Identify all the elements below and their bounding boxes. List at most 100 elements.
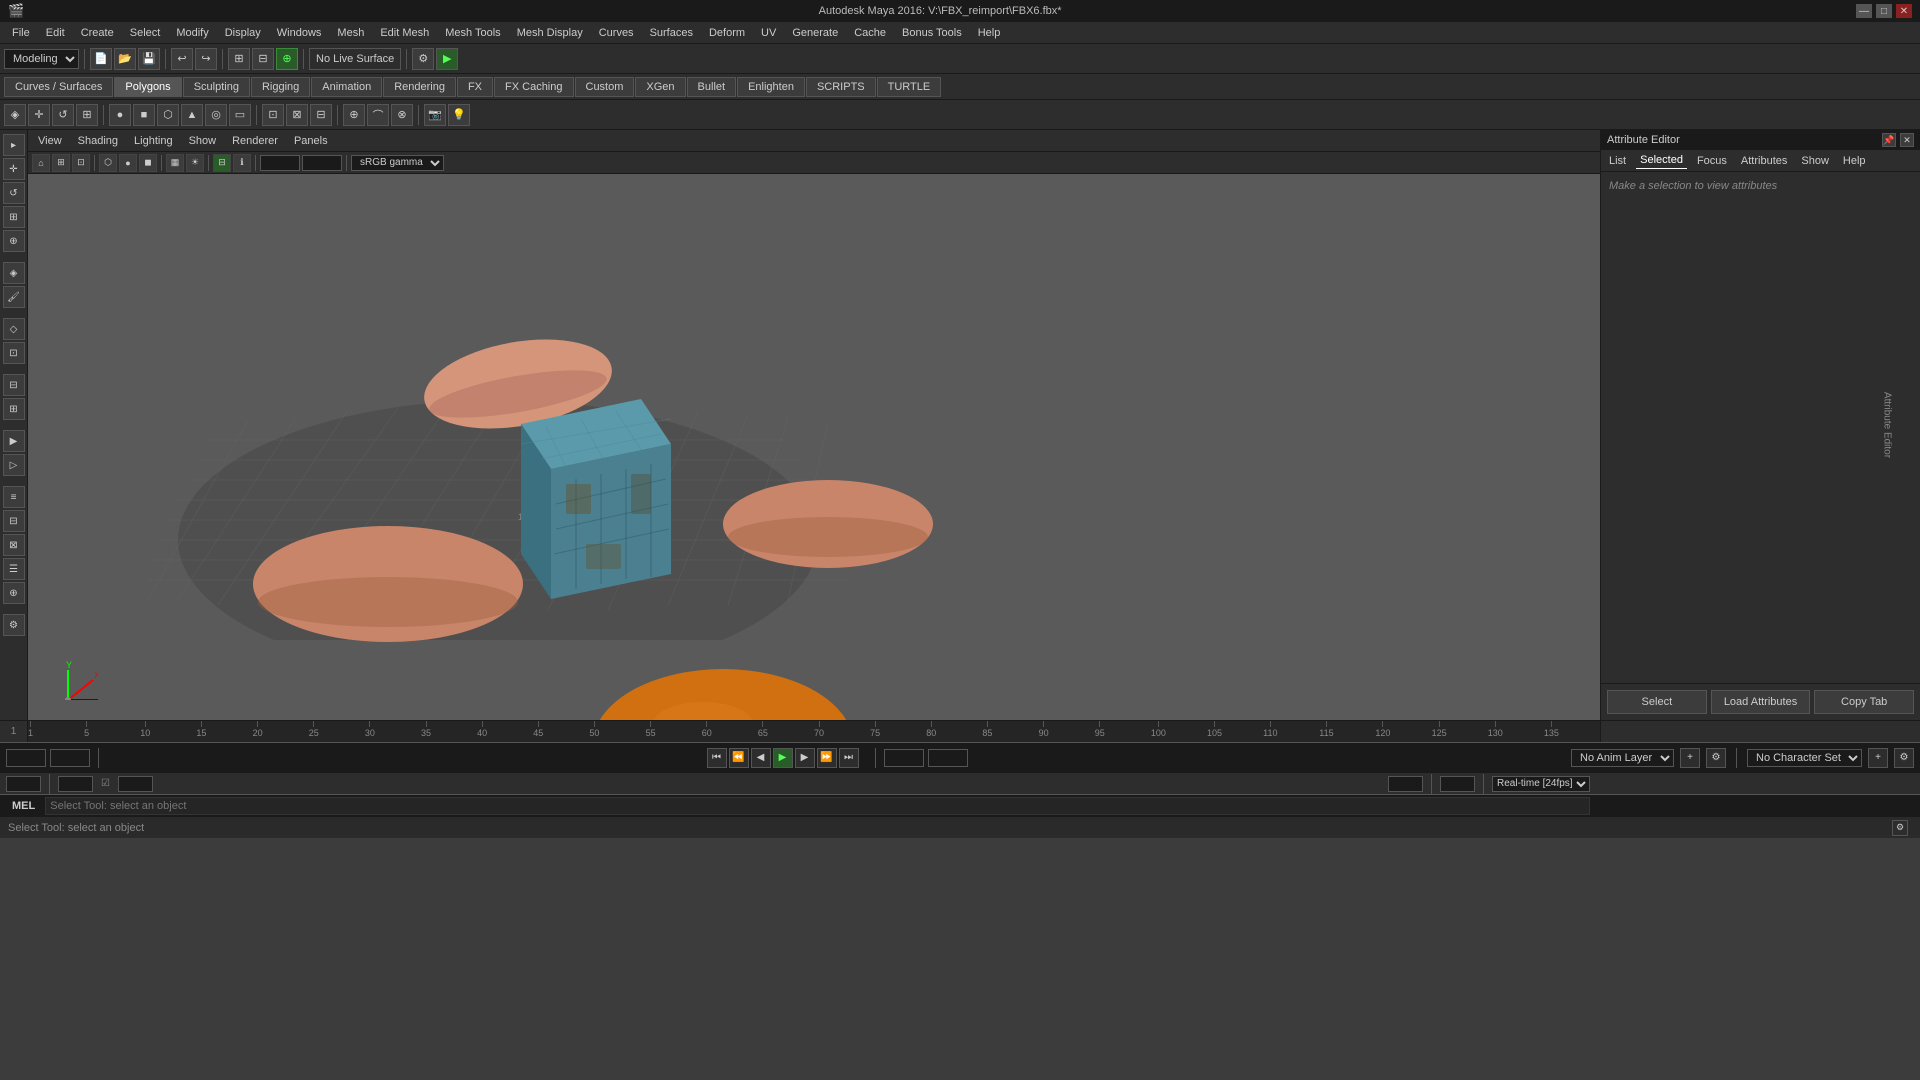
char-set-selector[interactable]: No Character Set (1747, 749, 1862, 767)
shading-menu[interactable]: Shading (74, 135, 122, 147)
attr-editor-btn[interactable]: ⊠ (3, 534, 25, 556)
frame-input-2[interactable]: 1 (58, 776, 93, 792)
tab-custom[interactable]: Custom (575, 77, 635, 97)
go-start-btn[interactable]: ⏮ (707, 748, 727, 768)
tab-sculpting[interactable]: Sculpting (183, 77, 250, 97)
menubar-item-help[interactable]: Help (970, 25, 1009, 41)
menubar-item-edit-mesh[interactable]: Edit Mesh (372, 25, 437, 41)
playback-speed-selector[interactable]: Real-time [24fps] (1492, 776, 1590, 792)
grid-vis-btn[interactable]: ⊟ (213, 154, 231, 172)
range-start-input[interactable]: 1 (50, 749, 90, 767)
view-menu[interactable]: View (34, 135, 66, 147)
attr-tab-list[interactable]: List (1605, 153, 1630, 169)
next-frame-btn[interactable]: ▶ (795, 748, 815, 768)
menubar-item-bonus-tools[interactable]: Bonus Tools (894, 25, 970, 41)
attr-val-btn[interactable]: ⊡ (3, 342, 25, 364)
anim-layer-selector[interactable]: No Anim Layer (1571, 749, 1674, 767)
attr-load-btn[interactable]: Load Attributes (1711, 690, 1811, 714)
help-settings-btn[interactable]: ⚙ (1892, 820, 1908, 836)
menubar-item-mesh-tools[interactable]: Mesh Tools (437, 25, 508, 41)
attr-tab-help[interactable]: Help (1839, 153, 1870, 169)
extrude-btn[interactable]: ⊡ (262, 104, 284, 126)
attr-panel-close-btn[interactable]: ✕ (1900, 133, 1914, 147)
select-mode-btn[interactable]: ▸ (3, 134, 25, 156)
select-by-hierarchy-btn[interactable]: ⊞ (228, 48, 250, 70)
redo-btn[interactable]: ↪ (195, 48, 217, 70)
menubar-item-create[interactable]: Create (73, 25, 122, 41)
wireframe-btn[interactable]: ⬡ (99, 154, 117, 172)
plane-btn[interactable]: ▭ (229, 104, 251, 126)
attr-tab-attributes[interactable]: Attributes (1737, 153, 1791, 169)
menubar-item-select[interactable]: Select (122, 25, 169, 41)
cylinder-btn[interactable]: ⬡ (157, 104, 179, 126)
menubar-item-uv[interactable]: UV (753, 25, 784, 41)
attr-select-btn[interactable]: Select (1607, 690, 1707, 714)
attr-tab-selected[interactable]: Selected (1636, 152, 1687, 169)
snap-grid-icon[interactable]: ⊕ (343, 104, 365, 126)
show-menu[interactable]: Show (185, 135, 221, 147)
paint-sel-btn[interactable]: 🖌 (3, 286, 25, 308)
smooth-shade-btn[interactable]: ● (119, 154, 137, 172)
prev-frame-btn[interactable]: ◀ (751, 748, 771, 768)
tab-turtle[interactable]: TURTLE (877, 77, 942, 97)
snap-point-icon[interactable]: ⊗ (391, 104, 413, 126)
range-end-input[interactable]: 200 (928, 749, 968, 767)
ipr-btn[interactable]: ▷ (3, 454, 25, 476)
char-set-add-btn[interactable]: + (1868, 748, 1888, 768)
render-btn[interactable]: ▶ (3, 430, 25, 452)
tab-scripts[interactable]: SCRIPTS (806, 77, 876, 97)
start-frame-input[interactable]: 1 (6, 749, 46, 767)
menubar-item-curves[interactable]: Curves (591, 25, 642, 41)
heads-up-btn[interactable]: ℹ (233, 154, 251, 172)
gamma-input[interactable]: 1.00 (302, 155, 342, 171)
maximize-button[interactable]: □ (1876, 4, 1892, 18)
texture-btn[interactable]: ▦ (166, 154, 184, 172)
layer-editor-btn[interactable]: ⊟ (3, 510, 25, 532)
bridge-btn[interactable]: ⊟ (310, 104, 332, 126)
textured-cube[interactable] (486, 389, 681, 629)
tab-curves-surfaces[interactable]: Curves / Surfaces (4, 77, 113, 97)
universal-manip-btn[interactable]: ⊕ (3, 230, 25, 252)
char-set-options-btn[interactable]: ⚙ (1894, 748, 1914, 768)
frame-sel-btn[interactable]: ⊡ (72, 154, 90, 172)
menubar-item-display[interactable]: Display (217, 25, 269, 41)
snap-to-grid-btn[interactable]: ⊕ (276, 48, 298, 70)
attr-panel-pin-btn[interactable]: 📌 (1882, 133, 1896, 147)
undo-btn[interactable]: ↩ (171, 48, 193, 70)
ellipse-right[interactable] (718, 469, 938, 579)
flat-shade-btn[interactable]: ◼ (139, 154, 157, 172)
scene-canvas[interactable]: 10 20 30 (28, 174, 1600, 720)
exposure-input[interactable]: 0.00 (260, 155, 300, 171)
menubar-item-deform[interactable]: Deform (701, 25, 753, 41)
close-button[interactable]: ✕ (1896, 4, 1912, 18)
window-controls[interactable]: — □ ✕ (1856, 4, 1912, 18)
frame-all-btn[interactable]: ⊞ (52, 154, 70, 172)
mel-label[interactable]: MEL (6, 800, 41, 812)
step-back-btn[interactable]: ⏪ (729, 748, 749, 768)
scale-tool-btn[interactable]: ⊞ (76, 104, 98, 126)
timeline-ruler[interactable]: 1510152025303540455055606570758085909510… (28, 721, 1600, 742)
camera-btn[interactable]: 📷 (424, 104, 446, 126)
soft-select-btn[interactable]: ◈ (3, 262, 25, 284)
bevel-btn[interactable]: ⊠ (286, 104, 308, 126)
panels-menu[interactable]: Panels (290, 135, 332, 147)
tab-rigging[interactable]: Rigging (251, 77, 310, 97)
lasso-btn[interactable]: ⊟ (252, 48, 274, 70)
light-btn[interactable]: 💡 (448, 104, 470, 126)
torus-btn[interactable]: ◎ (205, 104, 227, 126)
move-tool-btn[interactable]: ✛ (28, 104, 50, 126)
tab-animation[interactable]: Animation (311, 77, 382, 97)
go-end-btn[interactable]: ⏭ (839, 748, 859, 768)
color-space-selector[interactable]: sRGB gamma (351, 155, 444, 171)
checkbox-frame-input[interactable]: 1 (118, 776, 153, 792)
menubar-item-windows[interactable]: Windows (269, 25, 330, 41)
menubar-item-mesh[interactable]: Mesh (329, 25, 372, 41)
open-scene-btn[interactable]: 📂 (114, 48, 136, 70)
menubar-item-surfaces[interactable]: Surfaces (642, 25, 701, 41)
new-scene-btn[interactable]: 📄 (90, 48, 112, 70)
outliner-btn[interactable]: ☰ (3, 558, 25, 580)
current-frame-input[interactable]: 1 (6, 776, 41, 792)
attr-tab-show[interactable]: Show (1797, 153, 1833, 169)
grid-view-btn[interactable]: ⊞ (3, 398, 25, 420)
sphere-btn[interactable]: ● (109, 104, 131, 126)
